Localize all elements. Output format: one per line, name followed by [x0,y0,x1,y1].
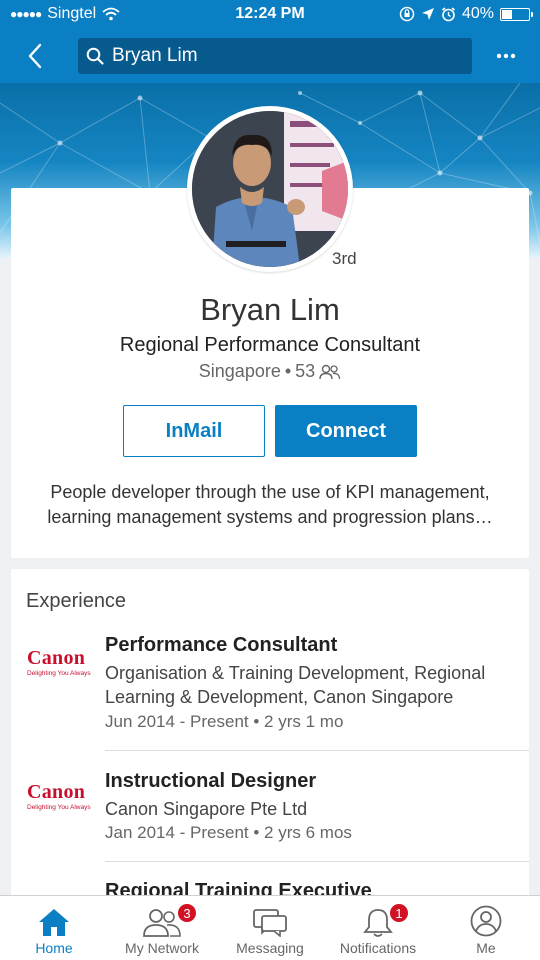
tab-label: Me [476,940,496,956]
chevron-left-icon [28,43,42,68]
divider [105,750,529,751]
tab-me[interactable]: Me [432,896,540,960]
alarm-icon [441,6,455,21]
orientation-lock-icon [399,6,415,22]
profile-meta: Singapore • 53 [0,361,540,382]
inmail-button[interactable]: InMail [123,405,265,457]
meta-separator: • [284,361,292,381]
summary-line: People developer through the use of KPI … [50,482,490,502]
clock: 12:24 PM [235,5,305,22]
tab-messaging[interactable]: Messaging [216,896,324,960]
home-icon [39,909,69,936]
tab-my-network[interactable]: My Network 3 [108,896,216,960]
summary-line: learning management systems and progress… [47,507,493,527]
experience-company: Organisation & Training Development, Reg… [105,661,515,709]
status-bar: ●●●●● Singtel 12:24 PM 40% [0,0,540,28]
company-line: Organisation & Training Development, Reg… [105,663,486,683]
experience-company: Canon Singapore Pte Ltd [105,797,515,821]
me-avatar-icon [470,905,502,937]
experience-dates: Jun 2014 - Present • 2 yrs 1 mo [105,712,344,731]
search-input[interactable]: Bryan Lim [78,37,472,74]
more-options-button[interactable] [472,28,540,83]
bottom-tab-bar: Home My Network 3 Messaging Notification… [0,895,540,960]
experience-dates: Jan 2014 - Present • 2 yrs 6 mos [105,823,352,842]
messaging-icon [253,909,287,937]
connect-button[interactable]: Connect [275,405,417,457]
notification-badge: 3 [176,902,198,924]
location-arrow-icon [421,8,434,20]
signal-strength-icon: ●●●●● [10,7,42,21]
tab-label: Messaging [236,940,304,956]
experience-role: Instructional Designer [105,770,317,792]
tab-label: Home [35,940,73,956]
battery-icon [500,7,533,21]
canon-logo: Canon Delighting You Always [27,782,91,811]
profile-summary[interactable]: People developer through the use of KPI … [30,480,510,530]
notification-badge: 1 [388,902,410,924]
connection-degree-badge: 3rd [332,249,357,268]
tab-label: My Network [125,940,199,956]
carrier-name: Singtel [47,5,97,22]
battery-percent: 40% [461,5,494,22]
canon-logo-tagline: Delighting You Always [27,670,91,677]
profile-headline: Regional Performance Consultant [119,334,421,356]
tab-notifications[interactable]: Notifications 1 [324,896,432,960]
search-query-text: Bryan Lim [112,44,198,66]
profile-location: Singapore [198,361,281,381]
profile-name: Bryan Lim [200,292,340,327]
company-line: Learning & Development, Canon Singapore [105,687,454,707]
divider [105,861,529,862]
canon-logo: Canon Delighting You Always [27,648,91,677]
profile-photo[interactable] [187,106,353,272]
search-icon [86,47,104,65]
canon-logo-word: Canon [27,647,86,669]
profile-photo-image [192,111,348,267]
navigation-bar: Bryan Lim [0,28,540,83]
canon-logo-word: Canon [27,781,86,803]
connection-count[interactable]: 53 [295,361,315,382]
tab-label: Notifications [339,940,417,956]
avatar [192,111,348,267]
wifi-icon [102,7,120,21]
canon-logo-tagline: Delighting You Always [27,804,91,811]
company-line: Canon Singapore Pte Ltd [105,799,308,819]
connections-icon [319,364,341,379]
experience-card [11,569,529,899]
experience-role: Performance Consultant [105,634,338,656]
tab-home[interactable]: Home [0,896,108,960]
more-horizontal-icon [496,53,516,58]
back-button[interactable] [0,28,70,83]
experience-section-title: Experience [26,590,127,612]
